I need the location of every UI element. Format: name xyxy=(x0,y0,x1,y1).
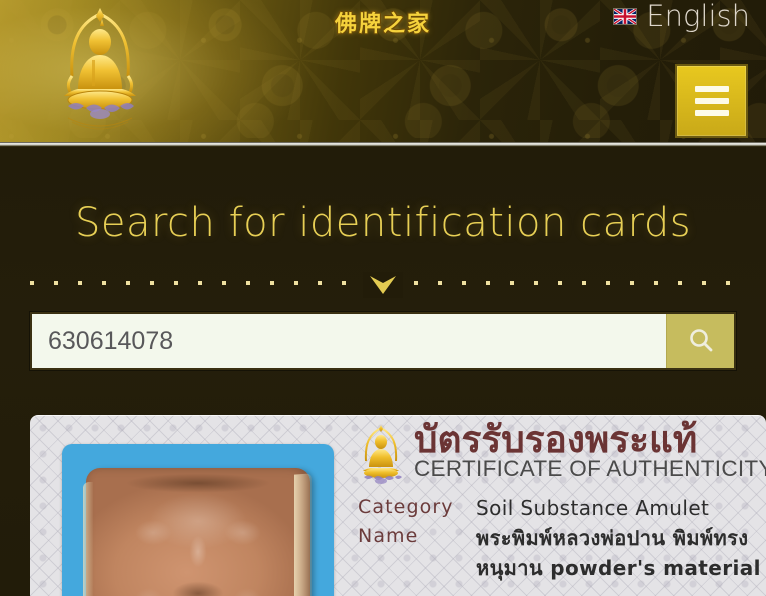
buddha-logo-icon[interactable] xyxy=(48,2,152,138)
field-label: Name xyxy=(358,525,419,547)
field-value: พระพิมพ์หลวงพ่อปาน พิมพ์ทรง หนุมาน powde… xyxy=(476,526,761,580)
menu-bar-2 xyxy=(694,98,729,104)
search-icon xyxy=(686,326,716,356)
amulet-image xyxy=(83,468,312,596)
certificate-details: บัตรรับรองพระแท้ CERTIFICATE OF AUTHENTI… xyxy=(354,415,766,596)
chevron-down-icon xyxy=(363,272,403,298)
search-input[interactable] xyxy=(32,314,666,368)
site-header: 佛牌之家 English xyxy=(0,0,766,142)
main-content: Search for identification cards 63061407… xyxy=(0,147,766,596)
certificate-title-english: CERTIFICATE OF AUTHENTICITY xyxy=(414,455,766,481)
amulet-relief-detail xyxy=(86,468,310,596)
amulet-edge-left xyxy=(83,482,93,596)
uk-flag-icon xyxy=(613,8,638,25)
field-value: Soil Substance Amulet xyxy=(476,496,710,520)
amulet-edge-right xyxy=(294,473,312,596)
search-button[interactable] xyxy=(666,314,734,368)
certificate-header: บัตรรับรองพระแท้ CERTIFICATE OF AUTHENTI… xyxy=(354,421,766,487)
language-switcher[interactable]: English xyxy=(613,2,750,31)
field-label: Category xyxy=(358,496,454,518)
search-bar xyxy=(30,312,736,370)
buddha-logo-icon xyxy=(354,423,408,487)
menu-bar-3 xyxy=(694,110,729,116)
amulet-photo[interactable] xyxy=(62,444,334,596)
page-title: Search for identification cards xyxy=(74,200,692,246)
certificate-card[interactable]: บัตรรับรองพระแท้ CERTIFICATE OF AUTHENTI… xyxy=(30,415,766,596)
hamburger-menu-icon[interactable] xyxy=(675,64,748,138)
section-divider xyxy=(0,270,766,298)
certificate-titles: บัตรรับรองพระแท้ CERTIFICATE OF AUTHENTI… xyxy=(414,421,766,480)
page-root: 佛牌之家 English Search for identification c… xyxy=(0,0,766,596)
certificate-title-thai: บัตรรับรองพระแท้ xyxy=(414,418,698,461)
certificate-field-category: Category Soil Substance Amulet xyxy=(358,494,766,523)
menu-bar-1 xyxy=(694,86,729,92)
language-label: English xyxy=(646,0,750,33)
certificate-field-name: Name พระพิมพ์หลวงพ่อปาน พิมพ์ทรง หนุมาน … xyxy=(358,523,766,583)
certificate-field-list: Category Soil Substance Amulet Name พระพ… xyxy=(354,494,766,583)
